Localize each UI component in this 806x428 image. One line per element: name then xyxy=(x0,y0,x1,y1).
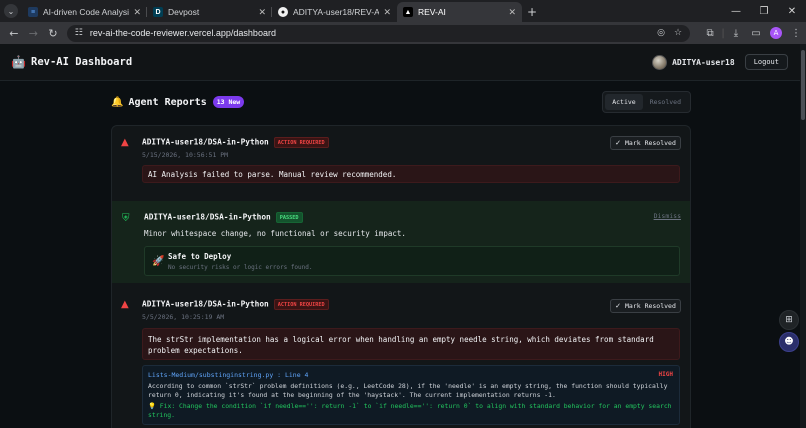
download-icon[interactable]: ⤓ xyxy=(726,23,746,43)
filter-resolved-tab[interactable]: Resolved xyxy=(643,94,688,110)
discord-button[interactable]: ☻ xyxy=(779,332,799,352)
check-icon: ✓ xyxy=(615,139,621,147)
mark-resolved-button[interactable]: ✓ Mark Resolved xyxy=(610,299,681,313)
browser-tab-bar: ⌄ ≡ AI-driven Code Analysis ✕ D Devpost … xyxy=(0,0,806,22)
reports-header: 🔔 Agent Reports 13 New Active Resolved xyxy=(111,91,691,113)
close-window-icon[interactable]: ✕ xyxy=(778,0,806,22)
mark-resolved-button[interactable]: ✓ Mark Resolved xyxy=(610,136,681,150)
error-message: AI Analysis failed to parse. Manual revi… xyxy=(142,165,680,183)
issue-file-location[interactable]: Lists-Medium/substinginstring.py : Line … xyxy=(148,371,674,379)
reports-title: Agent Reports xyxy=(128,96,207,108)
error-message: The strStr implementation has a logical … xyxy=(142,328,680,360)
button-label: Mark Resolved xyxy=(625,302,676,310)
close-tab-icon[interactable]: ✕ xyxy=(258,7,266,18)
site-info-icon[interactable]: ☷ xyxy=(75,28,83,38)
page-scrollbar[interactable] xyxy=(800,44,806,428)
reload-button[interactable]: ↻ xyxy=(43,23,63,43)
issue-fix-suggestion: 💡 Fix: Change the condition `if needle==… xyxy=(148,402,672,419)
deploy-subtitle: No security risks or logic errors found. xyxy=(168,264,313,271)
browser-tab-revai[interactable]: ▲ REV-AI ✕ xyxy=(397,2,522,22)
menu-kebab-icon[interactable]: ⋮ xyxy=(786,23,806,43)
browser-toolbar: ← → ↻ ☷ rev-ai-the-code-reviewer.vercel.… xyxy=(0,22,806,44)
shield-check-icon: ⛨ xyxy=(122,213,130,224)
check-icon: ✓ xyxy=(615,302,621,310)
status-badge: PASSED xyxy=(275,212,303,223)
report-card: ▲ ADITYA-user18/DSA-in-Python ACTION REQU… xyxy=(112,283,690,428)
scrollbar-thumb[interactable] xyxy=(801,50,805,120)
report-timestamp: 5/5/2026, 10:25:19 AM xyxy=(142,313,225,321)
tab-title: ADITYA-user18/REV-AI-----The-... xyxy=(293,7,380,17)
tab-search-button[interactable]: ⌄ xyxy=(0,0,22,22)
split-view-icon[interactable]: ▭ xyxy=(746,23,766,43)
minimize-icon[interactable]: — xyxy=(722,0,750,22)
discord-icon: ☻ xyxy=(784,337,794,347)
repo-name[interactable]: ADITYA-user18/DSA-in-Python xyxy=(144,213,271,222)
close-tab-icon[interactable]: ✕ xyxy=(133,7,141,18)
user-area: ADITYA-user18 Logout xyxy=(652,54,788,70)
status-badge: ACTION REQUIRED xyxy=(273,137,329,148)
close-tab-icon[interactable]: ✕ xyxy=(508,7,516,18)
browser-tab-github[interactable]: ● ADITYA-user18/REV-AI-----The-... ✕ xyxy=(272,2,397,22)
window-controls: — ❐ ✕ xyxy=(722,0,806,22)
grid-shortcut-button[interactable]: ⊞ xyxy=(779,310,799,330)
repo-name[interactable]: ADITYA-user18/DSA-in-Python xyxy=(142,138,269,147)
report-summary: Minor whitespace change, no functional o… xyxy=(144,229,406,238)
url-text[interactable]: rev-ai-the-code-reviewer.vercel.app/dash… xyxy=(90,28,648,38)
dismiss-link[interactable]: Dismiss xyxy=(654,212,681,220)
report-timestamp: 5/15/2026, 10:56:51 PM xyxy=(142,151,229,159)
app-title: Rev-AI Dashboard xyxy=(31,56,133,68)
filter-active-tab[interactable]: Active xyxy=(605,94,643,110)
deploy-title: Safe to Deploy xyxy=(168,252,232,261)
status-badge: ACTION REQUIRED xyxy=(273,299,329,310)
github-icon: ● xyxy=(278,7,288,17)
report-card: ▲ ADITYA-user18/DSA-in-Python ACTION REQU… xyxy=(112,126,690,201)
back-button[interactable]: ← xyxy=(4,23,24,43)
tab-favicon: D xyxy=(153,7,163,17)
tab-title: REV-AI xyxy=(418,7,446,17)
status-filter: Active Resolved xyxy=(602,91,691,113)
address-bar[interactable]: ☷ rev-ai-the-code-reviewer.vercel.app/da… xyxy=(66,24,691,42)
restore-icon[interactable]: ❐ xyxy=(750,0,778,22)
username: ADITYA-user18 xyxy=(672,57,735,67)
app-header: 🤖 Rev-AI Dashboard ADITYA-user18 Logout xyxy=(0,44,800,81)
grid-icon: ⊞ xyxy=(785,315,793,325)
tab-favicon: ≡ xyxy=(28,7,38,17)
chevron-down-icon: ⌄ xyxy=(4,4,18,18)
new-tab-button[interactable]: + xyxy=(522,2,542,22)
warning-icon: ▲ xyxy=(121,137,129,148)
tab-title: Devpost xyxy=(168,7,200,17)
browser-tab-devpost[interactable]: D Devpost ✕ xyxy=(147,2,272,22)
issue-detail: Lists-Medium/substinginstring.py : Line … xyxy=(142,365,680,425)
eye-off-icon[interactable]: ◎ xyxy=(657,28,665,38)
browser-tab-code-analysis[interactable]: ≡ AI-driven Code Analysis ✕ xyxy=(22,2,147,22)
reports-panel: ▲ ADITYA-user18/DSA-in-Python ACTION REQU… xyxy=(111,125,691,428)
warning-icon: ▲ xyxy=(121,299,129,310)
report-repo: ADITYA-user18/DSA-in-Python ACTION REQUIR… xyxy=(142,299,329,310)
report-repo: ADITYA-user18/DSA-in-Python PASSED xyxy=(144,212,303,223)
bell-icon: 🔔 xyxy=(111,96,124,108)
button-label: Mark Resolved xyxy=(625,139,676,147)
bookmark-star-icon[interactable]: ☆ xyxy=(674,28,682,38)
forward-button[interactable]: → xyxy=(24,23,44,43)
safe-to-deploy-box: 🚀 Safe to Deploy No security risks or lo… xyxy=(144,246,680,276)
tab-title: AI-driven Code Analysis xyxy=(43,7,130,17)
new-count-badge: 13 New xyxy=(212,96,245,108)
extensions-icon[interactable]: ⧉ xyxy=(700,23,720,43)
repo-name[interactable]: ADITYA-user18/DSA-in-Python xyxy=(142,300,269,309)
severity-badge: HIGH xyxy=(658,371,673,378)
rocket-icon: 🚀 xyxy=(152,256,165,267)
logout-button[interactable]: Logout xyxy=(744,54,788,70)
profile-avatar[interactable]: A xyxy=(770,27,783,39)
report-repo: ADITYA-user18/DSA-in-Python ACTION REQUIR… xyxy=(142,137,329,148)
issue-description: According to common `strStr` problem def… xyxy=(148,382,668,399)
report-card-passed: ⛨ ADITYA-user18/DSA-in-Python PASSED Dism… xyxy=(112,201,690,283)
vercel-icon: ▲ xyxy=(403,7,413,17)
robot-logo-icon: 🤖 xyxy=(11,55,26,69)
close-tab-icon[interactable]: ✕ xyxy=(383,7,391,18)
user-avatar[interactable] xyxy=(652,54,668,70)
toolbar-actions: ⧉ | ⤓ ▭ A ⋮ xyxy=(700,23,806,43)
